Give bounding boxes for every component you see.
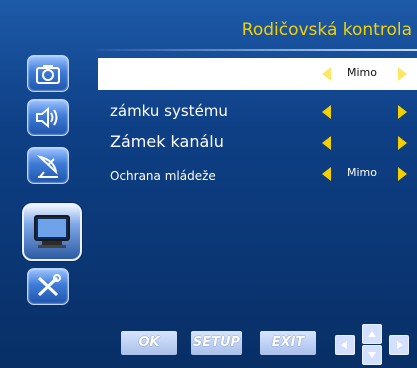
arrow-left-icon[interactable]	[322, 105, 331, 119]
arrow-down-icon	[368, 352, 376, 358]
nav-right-button[interactable]	[389, 335, 409, 355]
camera-icon	[36, 65, 60, 84]
arrow-left-icon[interactable]	[322, 136, 331, 150]
menu-row-label: zámku systému	[110, 102, 228, 120]
arrow-left-icon	[341, 341, 347, 349]
tools-icon	[37, 274, 61, 297]
ok-button[interactable]: OK	[121, 331, 177, 355]
exit-button[interactable]: EXIT	[260, 331, 316, 355]
nav-down-button[interactable]	[362, 345, 382, 365]
sidebar-item-sound[interactable]	[27, 99, 69, 136]
osd-screen: Rodičovská kontrola Mimo zámku systému Z…	[0, 0, 417, 368]
menu-row-channel-lock[interactable]: Zámek kanálu	[98, 127, 417, 157]
menu-row-lock[interactable]: Mimo	[98, 58, 417, 90]
menu-row-label: Zámek kanálu	[110, 132, 224, 151]
sidebar-item-settings[interactable]	[27, 268, 69, 305]
tv-icon	[34, 215, 70, 248]
arrow-right-icon[interactable]	[398, 105, 407, 119]
nav-left-button[interactable]	[335, 335, 355, 355]
arrow-right-icon[interactable]	[398, 167, 407, 181]
speaker-icon	[36, 106, 58, 129]
sidebar-item-tv[interactable]	[22, 203, 82, 261]
nav-up-button[interactable]	[362, 324, 382, 344]
arrow-left-icon[interactable]	[322, 167, 331, 181]
satellite-dish-icon	[36, 155, 58, 178]
arrow-right-icon[interactable]	[398, 136, 407, 150]
menu-row-system-lock[interactable]: zámku systému	[98, 96, 417, 126]
page-title: Rodičovská kontrola	[241, 20, 412, 40]
setup-button[interactable]: SETUP	[191, 331, 242, 355]
menu-row-value: Mimo	[347, 66, 377, 79]
arrow-left-icon[interactable]	[322, 67, 331, 81]
menu-row-value: Mimo	[347, 166, 377, 179]
arrow-up-icon	[368, 331, 376, 337]
sidebar-item-channel[interactable]	[27, 147, 69, 184]
arrow-right-icon	[397, 341, 403, 349]
sidebar-item-picture[interactable]	[27, 55, 69, 92]
menu-row-label: Ochrana mládeže	[110, 169, 216, 183]
arrow-right-icon[interactable]	[398, 67, 407, 81]
menu-row-parental-rating[interactable]: Ochrana mládeže Mimo	[98, 158, 417, 188]
title-divider	[96, 49, 417, 51]
